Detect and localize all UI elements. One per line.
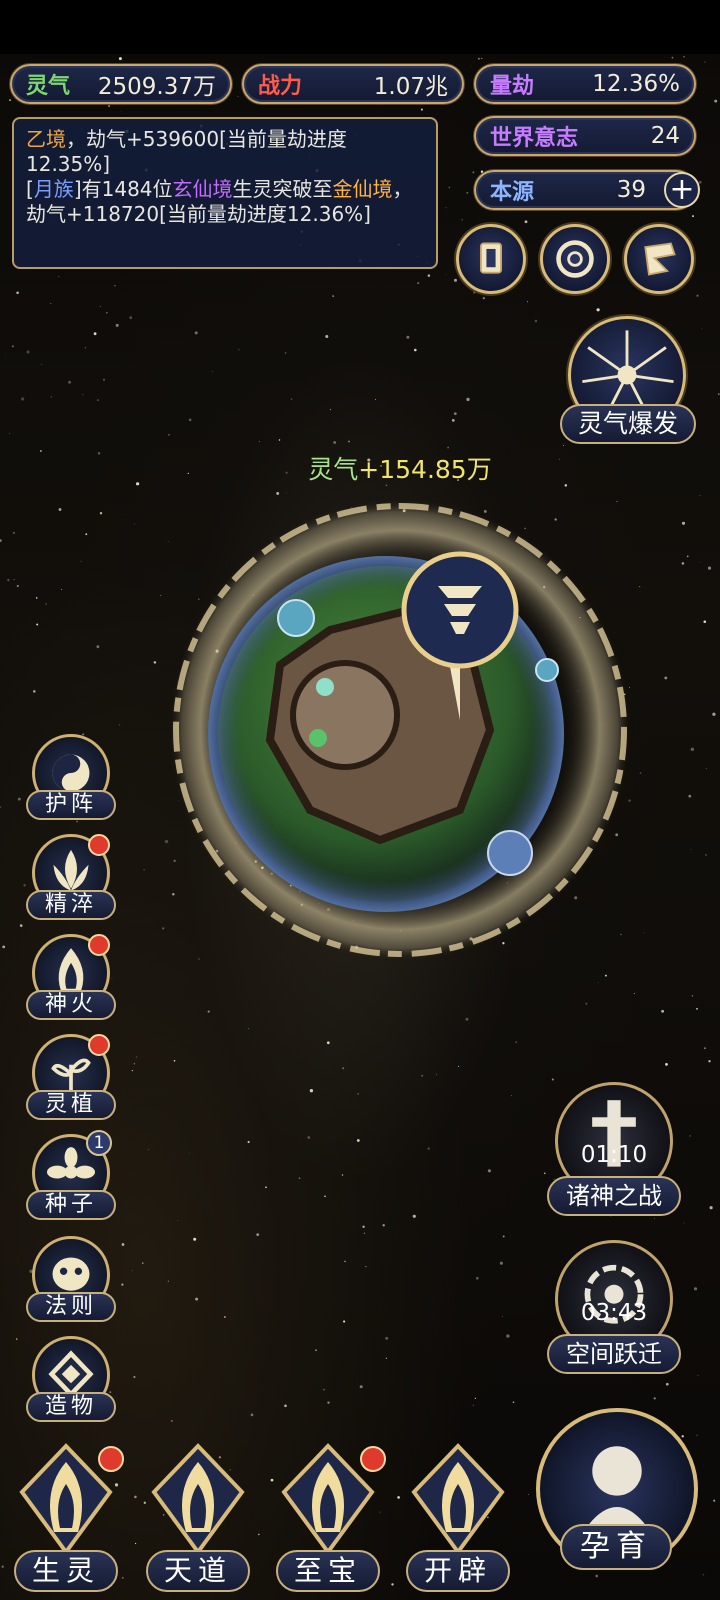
add-origin-button[interactable]: + [664,172,700,208]
origin-value: 39 [616,177,646,203]
origin-counter: 本源 39 [474,170,696,210]
log-text: ，劫气+539600[当前量劫进度12.35%] [26,127,347,176]
world-will-value: 24 [650,123,680,149]
taiji-dot [309,729,327,747]
log-realm: 乙境 [26,127,66,151]
event-log-panel: 乙境，劫气+539600[当前量劫进度12.35%] [月族]有1484位玄仙境… [12,117,438,269]
log-bracket: [ [26,177,34,201]
side-menu-label: 造物 [26,1392,116,1422]
status-bar [0,0,720,54]
event-label: 空间跃迁 [547,1334,681,1374]
lingqi-value: 2509.37万 [97,74,216,100]
power-counter: 战力 1.07兆 [242,64,464,104]
scroll-icon [644,242,676,276]
lingqi-counter: 灵气 2509.37万 [10,64,232,104]
bottom-nav-item[interactable]: 天道 [138,1440,258,1600]
power-value: 1.07兆 [373,74,448,100]
game-screen: 灵气 2509.37万 战力 1.07兆 量劫 12.36% 世界意志 24 本… [0,0,720,1600]
side-menu-item[interactable]: 造物 [26,1336,116,1426]
side-menu-item[interactable]: 灵植 [26,1034,116,1124]
taiji-center [290,660,400,770]
side-menu-item[interactable]: 精淬 [26,834,116,924]
side-menu-label: 护阵 [26,790,116,820]
event-timer: 03:43 [580,1300,648,1326]
nurture-label[interactable]: 孕育 [560,1524,672,1570]
alert-dot [88,934,110,956]
bottom-nav-label: 开辟 [406,1550,510,1592]
lingqi-label: 灵气 [26,74,71,99]
card-button[interactable] [456,224,526,294]
alert-dot [88,834,110,856]
tribulation-label: 量劫 [490,74,535,99]
log-entry: 乙境，劫气+539600[当前量劫进度12.35%] [26,127,424,177]
log-entry: [月族]有1484位玄仙境生灵突破至金仙境，劫气+118720[当前量劫进度12… [26,177,424,227]
bottom-nav-label: 天道 [146,1550,250,1592]
side-menu-label: 精淬 [26,890,116,920]
portal-icon [556,240,594,278]
alert-dot [98,1446,124,1472]
bottom-nav-label: 至宝 [276,1550,380,1592]
gain-value: +154.85万 [358,455,492,484]
world-will-label: 世界意志 [490,126,579,151]
gain-label: 灵气 [308,455,359,484]
side-menu-label: 神火 [26,990,116,1020]
count-badge: 1 [86,1130,112,1156]
tribulation-value: 12.36% [592,71,680,97]
log-text: ]有1484位 [73,177,173,201]
power-label: 战力 [258,74,303,99]
small-moon [277,599,315,637]
scroll-button[interactable] [624,224,694,294]
side-menu-label: 灵植 [26,1090,116,1120]
event-gods-war[interactable]: 01:10 诸神之战 [545,1082,683,1232]
small-moon [535,658,559,682]
side-menu-item[interactable]: 法则 [26,1236,116,1326]
side-menu-label: 法则 [26,1292,116,1322]
taiji-dot [316,678,334,696]
portal-button[interactable] [540,224,610,294]
world-will-counter[interactable]: 世界意志 24 [474,116,696,156]
burst-button-label[interactable]: 灵气爆发 [560,404,696,444]
log-realm-to: 金仙境 [332,177,393,201]
side-menu-item[interactable]: 神火 [26,934,116,1024]
lingqi-gain-popup: 灵气+154.85万 [0,450,720,486]
nav-emblem-icon [411,1443,505,1556]
bottom-nav-item[interactable]: 生灵 [6,1440,126,1600]
world-planet[interactable] [160,490,640,970]
event-space-jump[interactable]: 03:43 空间跃迁 [545,1240,683,1390]
alert-dot [360,1446,386,1472]
side-menu-item[interactable]: 种子 1 [26,1130,116,1224]
card-icon [480,242,502,274]
bottom-nav-label: 生灵 [14,1550,118,1592]
bottom-nav-item[interactable]: 至宝 [268,1440,388,1600]
log-tribe: 月族 [33,177,74,201]
event-timer: 01:10 [580,1142,648,1168]
log-text: 生灵突破至 [232,177,333,201]
event-label: 诸神之战 [547,1176,681,1216]
log-realm-from: 玄仙境 [172,177,233,201]
origin-label: 本源 [490,180,535,205]
alert-dot [88,1034,110,1056]
bottom-nav-item[interactable]: 开辟 [398,1440,518,1600]
tribulation-counter[interactable]: 量劫 12.36% [474,64,696,104]
small-moon [487,830,533,876]
side-menu-label: 种子 [26,1190,116,1220]
side-menu-item[interactable]: 护阵 [26,734,116,824]
nav-emblem-icon [151,1443,245,1556]
